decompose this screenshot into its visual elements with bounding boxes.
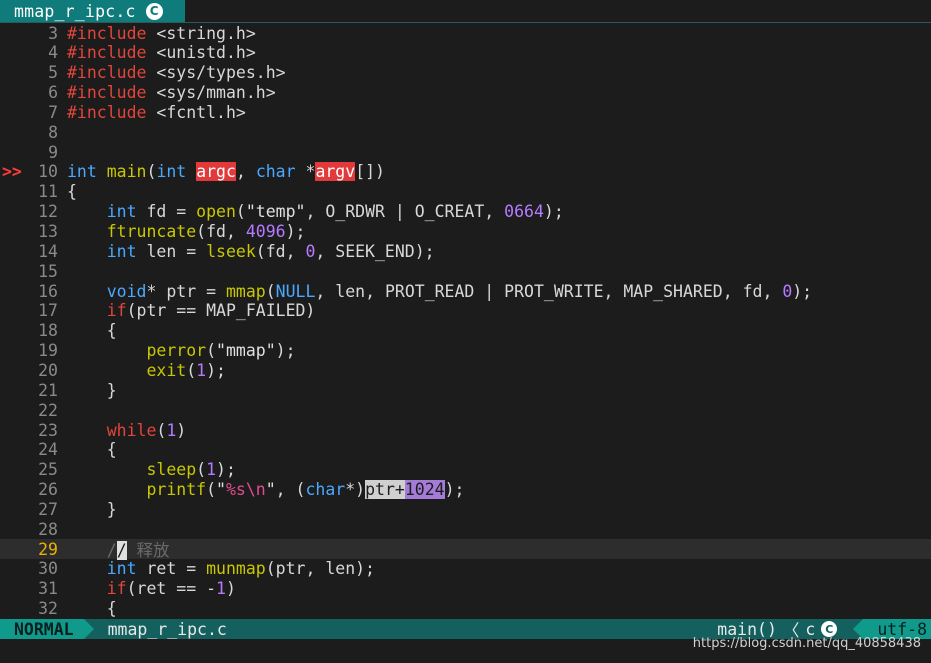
code-text: if(ret == -1) bbox=[106, 579, 236, 599]
line-number: 12 bbox=[38, 202, 58, 222]
code-text: int len = lseek(fd, 0, SEEK_END); bbox=[106, 241, 435, 261]
code-line[interactable]: 15 bbox=[0, 261, 931, 281]
code-line[interactable]: 29 // 释放 bbox=[0, 539, 931, 561]
line-number: 10 bbox=[38, 162, 58, 182]
code-text: #include <string.h> bbox=[67, 23, 256, 43]
line-number: 6 bbox=[48, 83, 58, 103]
c-language-icon: C bbox=[145, 2, 163, 20]
code-editor[interactable]: 3 #include <string.h> 4 #include <unistd.h>… bbox=[0, 23, 931, 619]
line-number: 16 bbox=[38, 281, 58, 301]
line-number: 14 bbox=[38, 241, 58, 261]
code-line[interactable]: 26 printf("%s\n", (char*)ptr+1024); bbox=[0, 480, 931, 500]
code-line[interactable]: 3 #include <string.h> bbox=[0, 23, 931, 43]
code-line[interactable]: 4 #include <unistd.h> bbox=[0, 43, 931, 63]
code-text: int ret = munmap(ptr, len); bbox=[106, 559, 375, 579]
line-number: 8 bbox=[48, 122, 58, 142]
code-line[interactable]: 27 } bbox=[0, 499, 931, 519]
line-number: 30 bbox=[38, 559, 58, 579]
breakpoint-sign-icon: >> bbox=[2, 162, 22, 182]
code-line[interactable]: 5 #include <sys/types.h> bbox=[0, 63, 931, 83]
code-text: if(ptr == MAP_FAILED) bbox=[106, 301, 316, 321]
code-line[interactable]: 11 { bbox=[0, 182, 931, 202]
code-text: #include <fcntl.h> bbox=[67, 102, 246, 122]
code-line[interactable]: 13 ftruncate(fd, 4096); bbox=[0, 222, 931, 242]
line-number: 17 bbox=[38, 301, 58, 321]
line-number: 26 bbox=[38, 480, 58, 500]
code-text: ftruncate(fd, 4096); bbox=[106, 222, 306, 241]
code-text: #include <sys/mman.h> bbox=[67, 83, 276, 103]
code-text: #include <sys/types.h> bbox=[67, 63, 286, 83]
code-text: int main(int argc, char *argv[]) bbox=[67, 162, 385, 182]
code-text: { bbox=[67, 440, 117, 460]
code-line[interactable]: 16 void* ptr = mmap(NULL, len, PROT_READ… bbox=[0, 281, 931, 301]
tab-filename: mmap_r_ipc.c bbox=[14, 1, 136, 21]
code-line[interactable]: 32 { bbox=[0, 599, 931, 619]
line-number: 18 bbox=[38, 321, 58, 341]
code-text: sleep(1); bbox=[146, 460, 236, 480]
line-number: 20 bbox=[38, 360, 58, 380]
line-number: 31 bbox=[38, 579, 58, 599]
line-number: 32 bbox=[38, 599, 58, 619]
code-line[interactable]: 21 } bbox=[0, 380, 931, 400]
line-number: 28 bbox=[38, 519, 58, 539]
code-text: { bbox=[67, 321, 117, 341]
line-number: 11 bbox=[38, 182, 58, 202]
tabline: mmap_r_ipc.c C bbox=[0, 0, 931, 23]
code-text: perror("mmap"); bbox=[146, 341, 296, 361]
code-line[interactable]: 14 int len = lseek(fd, 0, SEEK_END); bbox=[0, 241, 931, 261]
line-number: 3 bbox=[48, 23, 58, 43]
line-number: 21 bbox=[38, 380, 58, 400]
code-line[interactable]: 9 bbox=[0, 142, 931, 162]
code-line[interactable]: 25 sleep(1); bbox=[0, 460, 931, 480]
line-number: 13 bbox=[38, 222, 58, 241]
tab-mmap-r-ipc[interactable]: mmap_r_ipc.c C bbox=[0, 0, 185, 22]
code-line[interactable]: 8 bbox=[0, 122, 931, 142]
mode-indicator: NORMAL bbox=[0, 619, 84, 639]
code-line[interactable]: 6 #include <sys/mman.h> bbox=[0, 83, 931, 103]
code-line[interactable]: 20 exit(1); bbox=[0, 360, 931, 380]
code-line[interactable]: 17 if(ptr == MAP_FAILED) bbox=[0, 301, 931, 321]
line-number: 24 bbox=[38, 440, 58, 460]
powerline-arrow-icon bbox=[83, 619, 94, 639]
code-text: } bbox=[67, 499, 117, 519]
code-line[interactable]: 19 perror("mmap"); bbox=[0, 341, 931, 361]
line-number: 7 bbox=[48, 102, 58, 122]
code-line[interactable]: 30 int ret = munmap(ptr, len); bbox=[0, 559, 931, 579]
code-line[interactable]: 18 { bbox=[0, 321, 931, 341]
code-line[interactable]: 24 { bbox=[0, 440, 931, 460]
watermark: https://blog.csdn.net/qq_40858438 bbox=[692, 636, 921, 651]
code-text: // 释放 bbox=[106, 541, 170, 561]
code-line[interactable]: 31 if(ret == -1) bbox=[0, 579, 931, 599]
code-line[interactable]: 12 int fd = open("temp", O_RDWR | O_CREA… bbox=[0, 202, 931, 222]
c-language-icon: C bbox=[821, 621, 838, 637]
code-line[interactable]: 23 while(1) bbox=[0, 420, 931, 440]
code-text: void* ptr = mmap(NULL, len, PROT_READ | … bbox=[106, 281, 813, 301]
code-text: int fd = open("temp", O_RDWR | O_CREAT, … bbox=[106, 202, 564, 222]
line-number: 27 bbox=[38, 499, 58, 519]
line-number: 15 bbox=[38, 261, 58, 281]
line-number: 19 bbox=[38, 341, 58, 361]
line-number: 4 bbox=[48, 43, 58, 63]
line-number: 29 bbox=[38, 539, 58, 559]
code-line[interactable]: 22 bbox=[0, 400, 931, 420]
line-number: 22 bbox=[38, 400, 58, 420]
code-text: } bbox=[67, 380, 117, 400]
line-number: 25 bbox=[38, 460, 58, 480]
line-number: 5 bbox=[48, 63, 58, 83]
code-text: { bbox=[67, 599, 117, 619]
code-text: { bbox=[67, 182, 77, 202]
code-text: printf("%s\n", (char*)ptr+1024); bbox=[146, 480, 465, 500]
status-filename: mmap_r_ipc.c bbox=[107, 619, 227, 639]
code-line[interactable]: >> 10 int main(int argc, char *argv[]) bbox=[0, 162, 931, 182]
code-text: exit(1); bbox=[146, 360, 226, 380]
code-line[interactable]: 7 #include <fcntl.h> bbox=[0, 102, 931, 122]
code-text: #include <unistd.h> bbox=[67, 43, 256, 63]
code-text: while(1) bbox=[106, 420, 187, 440]
line-number: 9 bbox=[48, 142, 58, 162]
line-number: 23 bbox=[38, 420, 58, 440]
